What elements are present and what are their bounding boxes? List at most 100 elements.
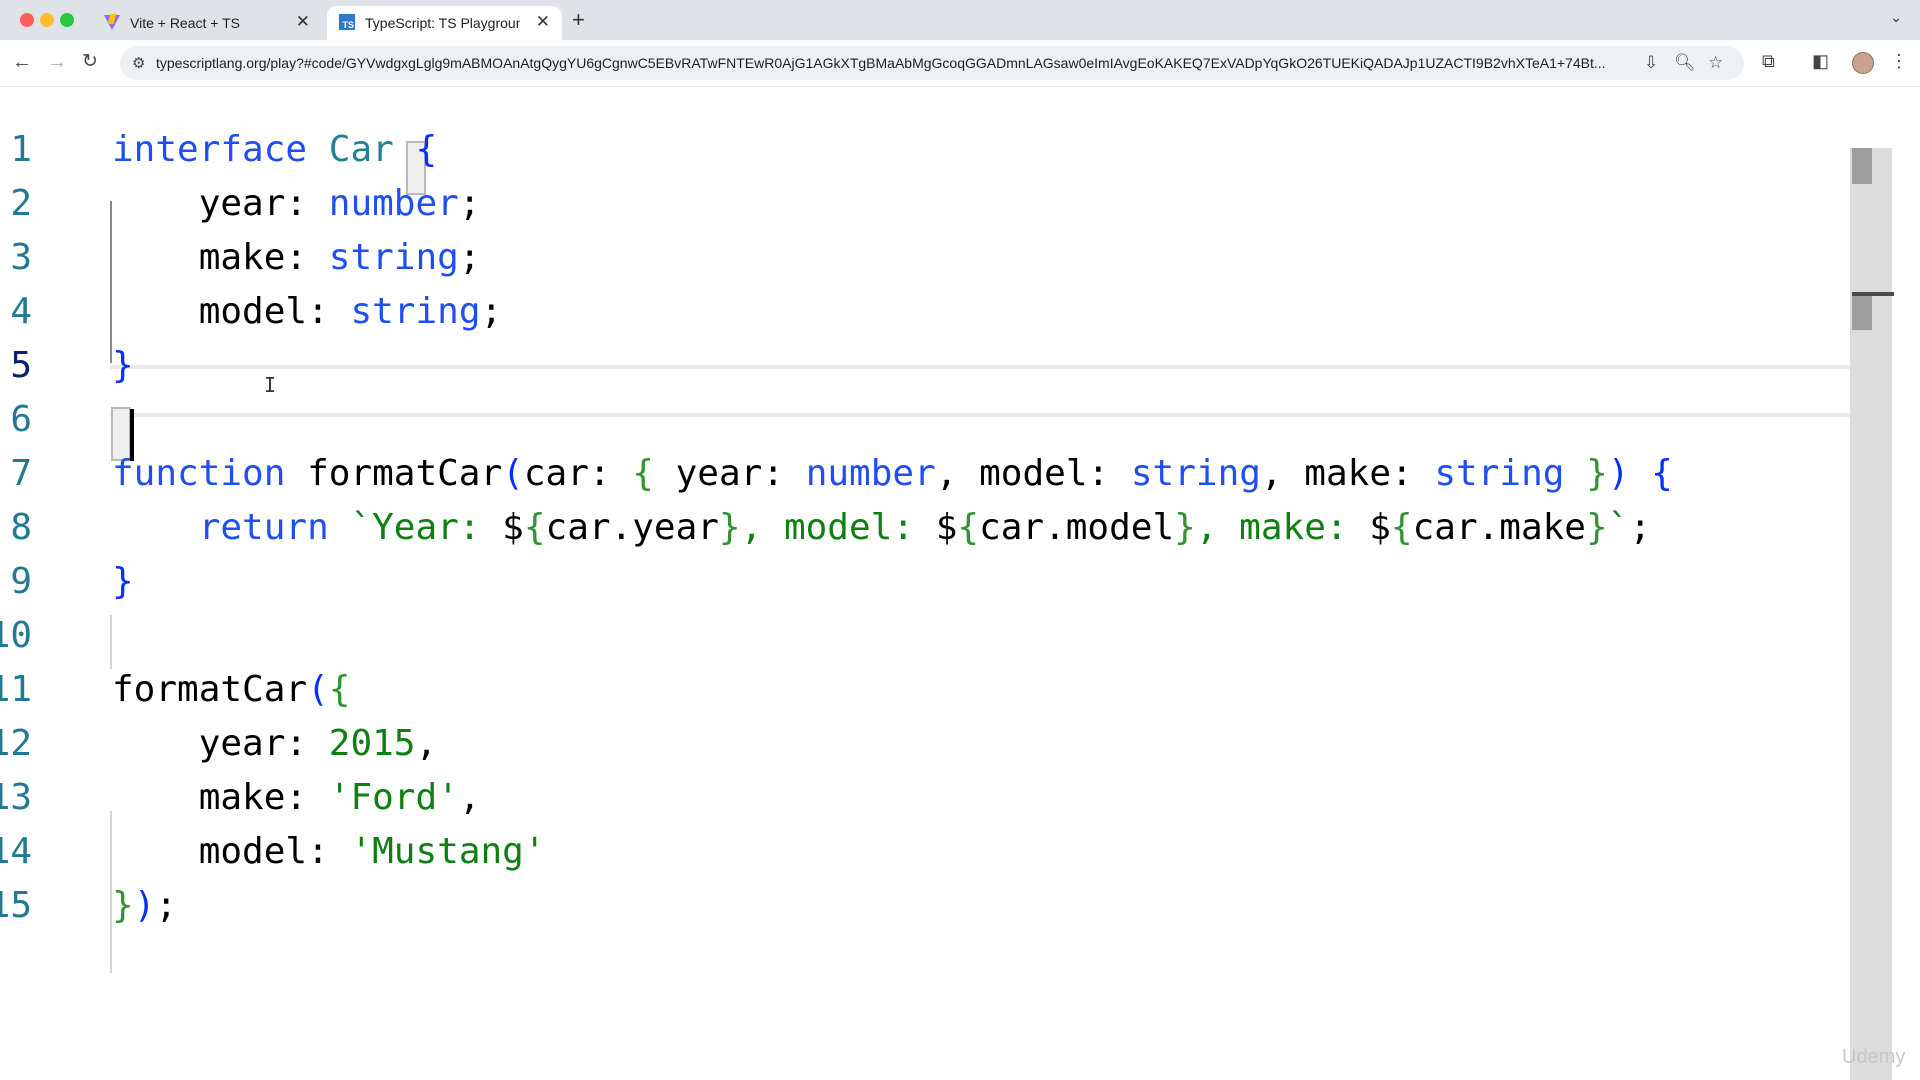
token-type: string bbox=[1434, 453, 1565, 494]
token-punct: : bbox=[285, 723, 308, 764]
code-line: 7 function formatCar(car: { year: number… bbox=[0, 447, 1840, 501]
token-brace: } bbox=[112, 345, 134, 386]
close-tab-icon[interactable]: ✕ bbox=[296, 12, 310, 32]
address-bar[interactable]: ⚙ typescriptlang.org/play?#code/GYVwdgxg… bbox=[120, 46, 1744, 80]
line-number: 1 bbox=[10, 129, 32, 170]
token-punct: $ bbox=[1369, 507, 1391, 548]
code-line: 15 }); bbox=[0, 879, 1840, 933]
vertical-scrollbar[interactable] bbox=[1850, 148, 1892, 1080]
line-number: 9 bbox=[10, 561, 32, 602]
ibeam-cursor-icon: I bbox=[264, 373, 277, 397]
token-brace: { bbox=[328, 669, 351, 710]
token-punct: : bbox=[1391, 453, 1413, 494]
token-keyword: function bbox=[112, 453, 286, 494]
token-type: number bbox=[805, 453, 936, 494]
token-paren: ) bbox=[133, 885, 156, 926]
token-punct: : bbox=[307, 291, 329, 332]
token-type: string bbox=[350, 291, 481, 332]
token-number: 2015 bbox=[328, 723, 416, 764]
token-brace: { bbox=[957, 507, 980, 548]
token-template-string: ` bbox=[1607, 507, 1630, 548]
tab-title: TypeScript: TS Playground - A bbox=[365, 15, 520, 31]
token-string: 'Ford' bbox=[328, 777, 459, 818]
line-number: 12 bbox=[0, 723, 32, 764]
code-line: 4 model: string; bbox=[0, 285, 1840, 339]
code-area[interactable]: 1 interface Car { 2 year: number; 3 make… bbox=[0, 87, 1840, 1080]
token-string: 'Mustang' bbox=[350, 831, 546, 872]
token-brace: { bbox=[1651, 453, 1673, 494]
zoom-icon[interactable]: 🔍︎ bbox=[1674, 53, 1696, 73]
minimize-window-button[interactable] bbox=[40, 13, 54, 27]
token-punct: ; bbox=[458, 237, 481, 278]
site-settings-icon[interactable]: ⚙ bbox=[132, 54, 145, 72]
scrollbar-thumb[interactable] bbox=[1852, 148, 1872, 184]
token-paren: ( bbox=[307, 669, 329, 710]
scrollbar-thumb[interactable] bbox=[1852, 296, 1872, 330]
token-property: model bbox=[198, 291, 308, 332]
line-number: 14 bbox=[0, 831, 32, 872]
line-number: 6 bbox=[10, 399, 32, 440]
code-editor[interactable]: 1 interface Car { 2 year: number; 3 make… bbox=[0, 87, 1920, 1080]
token-brace: } bbox=[1585, 507, 1608, 548]
line-number: 10 bbox=[0, 615, 32, 656]
text-cursor bbox=[130, 409, 134, 461]
token-punct: , bbox=[1260, 453, 1283, 494]
extensions-icon[interactable]: ⧉ bbox=[1762, 50, 1775, 72]
token-property: make bbox=[198, 237, 286, 278]
token-property: year bbox=[198, 723, 286, 764]
more-menu-icon[interactable]: ⋮ bbox=[1890, 50, 1908, 72]
back-arrow-icon[interactable]: ← bbox=[12, 51, 32, 73]
url-text[interactable]: typescriptlang.org/play?#code/GYVwdgxgLg… bbox=[156, 55, 1656, 71]
token-brace: } bbox=[112, 885, 134, 926]
token-template-string: `Year: bbox=[350, 507, 503, 548]
token-property: model bbox=[979, 453, 1088, 494]
token-param: car bbox=[523, 453, 589, 494]
token-property: year bbox=[198, 183, 286, 224]
token-property: year bbox=[675, 453, 763, 494]
code-line: 1 interface Car { bbox=[0, 123, 1840, 177]
reload-icon[interactable]: ↻ bbox=[82, 51, 98, 73]
tab-vite[interactable]: Vite + React + TS ✕ bbox=[92, 6, 322, 40]
tab-ts-playground[interactable]: TS TypeScript: TS Playground - A ✕ bbox=[327, 6, 562, 40]
code-line: 12 year: 2015, bbox=[0, 717, 1840, 771]
new-tab-button[interactable]: + bbox=[572, 8, 585, 32]
code-line: 2 year: number; bbox=[0, 177, 1840, 231]
code-line: 9 } bbox=[0, 555, 1840, 609]
line-number: 13 bbox=[0, 777, 32, 818]
line-number: 7 bbox=[10, 453, 32, 494]
line-number: 2 bbox=[10, 183, 32, 224]
token-punct: $ bbox=[502, 507, 524, 548]
line-number: 11 bbox=[0, 669, 32, 710]
line-number: 5 bbox=[10, 345, 32, 386]
fullscreen-window-button[interactable] bbox=[60, 13, 74, 27]
token-punct: : bbox=[285, 183, 308, 224]
avatar[interactable] bbox=[1852, 52, 1874, 74]
token-punct: : bbox=[588, 453, 611, 494]
forward-arrow-icon[interactable]: → bbox=[47, 51, 67, 73]
close-tab-icon[interactable]: ✕ bbox=[536, 12, 550, 32]
token-function-name: formatCar bbox=[112, 669, 308, 710]
typescript-icon: TS bbox=[339, 14, 355, 30]
token-expression: car.make bbox=[1412, 507, 1586, 548]
token-property: make bbox=[1304, 453, 1391, 494]
side-panel-icon[interactable]: ◧ bbox=[1812, 50, 1829, 72]
install-app-icon[interactable]: ⇩ bbox=[1644, 53, 1658, 73]
close-window-button[interactable] bbox=[20, 13, 34, 27]
token-brace: } bbox=[718, 507, 741, 548]
token-brace: { bbox=[415, 129, 438, 170]
token-punct: $ bbox=[935, 507, 958, 548]
token-punct: : bbox=[1087, 453, 1110, 494]
token-punct: : bbox=[307, 831, 329, 872]
line-number: 4 bbox=[10, 291, 32, 332]
token-punct: ; bbox=[458, 183, 481, 224]
token-template-string: , make: bbox=[1195, 507, 1370, 548]
code-line: 3 make: string; bbox=[0, 231, 1840, 285]
tab-search-chevron-icon[interactable]: ⌄ bbox=[1890, 9, 1902, 26]
bookmark-star-icon[interactable]: ☆ bbox=[1708, 53, 1723, 73]
token-brace: } bbox=[1174, 507, 1196, 548]
token-punct: : bbox=[285, 237, 308, 278]
vite-icon bbox=[104, 14, 120, 30]
token-template-string: , model: bbox=[740, 507, 936, 548]
token-punct: , bbox=[935, 453, 958, 494]
browser-toolbar: ← → ↻ ⚙ typescriptlang.org/play?#code/GY… bbox=[0, 40, 1920, 87]
